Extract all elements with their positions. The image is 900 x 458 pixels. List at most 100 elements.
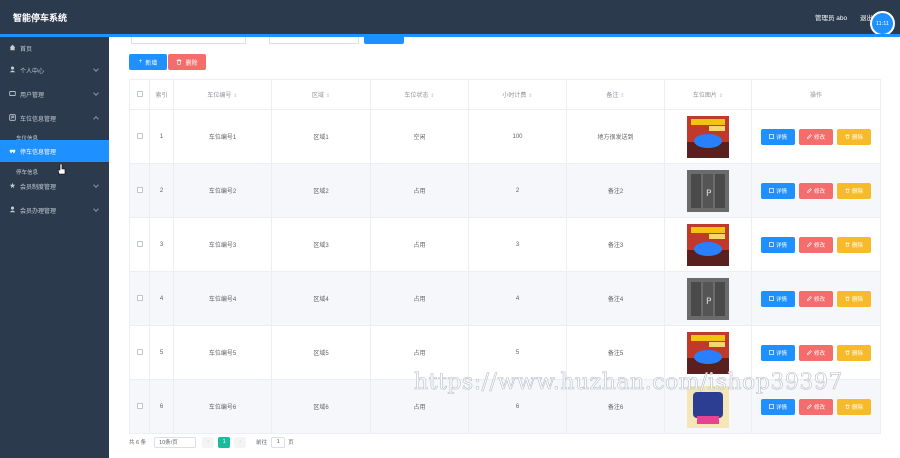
- delete-button[interactable]: 删除: [837, 236, 871, 253]
- parking-space-thumbnail[interactable]: [687, 331, 729, 374]
- cell-fee: 3: [468, 217, 567, 272]
- delete-button[interactable]: 删除: [837, 344, 871, 361]
- row-checkbox[interactable]: [129, 109, 150, 164]
- search-button[interactable]: [364, 37, 404, 44]
- hand-cursor-icon: [58, 164, 66, 175]
- sidebar-item-users[interactable]: 用户管理: [0, 83, 109, 105]
- delete-button[interactable]: 删除: [837, 128, 871, 145]
- goto-page-input[interactable]: 1: [271, 436, 286, 448]
- parking-space-thumbnail[interactable]: P: [687, 277, 729, 320]
- sidebar-item-profile[interactable]: 个人中心: [0, 59, 109, 81]
- cell-index: 5: [149, 325, 174, 380]
- edit-button[interactable]: 修改: [799, 290, 833, 307]
- cell-index: 3: [149, 217, 174, 272]
- filter-input-1[interactable]: [131, 37, 246, 44]
- trash-icon: [845, 350, 850, 355]
- cell-index: 2: [149, 163, 174, 218]
- table-row[interactable]: 2 车位编号2 区域2 占用 2 备注2 P 详情 修改 删除: [129, 163, 881, 218]
- page-number-current[interactable]: 1: [218, 436, 231, 448]
- view-button[interactable]: 详情: [761, 236, 795, 253]
- cell-area: 区域3: [271, 217, 371, 272]
- chevron-down-icon: [93, 206, 99, 212]
- filter-input-2[interactable]: [269, 37, 359, 44]
- cell-fee: 2: [468, 163, 567, 218]
- sort-icon: ⇕: [528, 93, 533, 99]
- edit-button[interactable]: 修改: [799, 128, 833, 145]
- sidebar-item-label: 停车信息管理: [20, 150, 57, 156]
- sidebar-item-label: 用户管理: [20, 93, 45, 99]
- row-checkbox[interactable]: [129, 325, 150, 380]
- cell-number: 车位编号4: [173, 271, 272, 326]
- prev-page-button[interactable]: ‹: [202, 436, 215, 448]
- add-button[interactable]: + 新增: [129, 54, 167, 70]
- parking-space-thumbnail[interactable]: [687, 385, 729, 428]
- row-checkbox[interactable]: [129, 271, 150, 326]
- document-icon: [769, 134, 774, 139]
- cell-area: 区域5: [271, 325, 371, 380]
- column-header-sortable[interactable]: 备注 ⇕: [566, 79, 665, 110]
- cell-area: 区域2: [271, 163, 371, 218]
- next-page-button[interactable]: ›: [234, 436, 247, 448]
- column-header-sortable[interactable]: 小时计费 ⇕: [468, 79, 567, 110]
- cell-note: 备注4: [566, 271, 665, 326]
- cell-image: [664, 217, 752, 272]
- document-icon: [769, 242, 774, 247]
- sidebar-item-membership[interactable]: 会员制度管理: [0, 175, 109, 197]
- view-button[interactable]: 详情: [761, 128, 795, 145]
- sidebar-item-spaces[interactable]: 车位信息管理: [0, 107, 109, 129]
- parking-space-thumbnail[interactable]: P: [687, 169, 729, 212]
- table-row[interactable]: 3 车位编号3 区域3 占用 3 备注3 详情 修改 删除: [129, 217, 881, 272]
- sidebar-item-label: 车位信息管理: [20, 117, 57, 123]
- cell-fee: 4: [468, 271, 567, 326]
- row-checkbox[interactable]: [129, 217, 150, 272]
- table-row[interactable]: 4 车位编号4 区域4 占用 4 备注4 P 详情 修改 删除: [129, 271, 881, 326]
- view-button[interactable]: 详情: [761, 290, 795, 307]
- cell-status: 空闲: [370, 109, 469, 164]
- delete-button[interactable]: 删除: [837, 182, 871, 199]
- sidebar-item-label: 首页: [20, 47, 33, 53]
- trash-icon: [845, 404, 850, 409]
- column-header-sortable[interactable]: 车位图片 ⇕: [664, 79, 752, 110]
- car-icon: [9, 149, 16, 154]
- cell-index: 4: [149, 271, 174, 326]
- cell-image: P: [664, 163, 752, 218]
- edit-button[interactable]: 修改: [799, 344, 833, 361]
- edit-icon: [807, 188, 812, 193]
- sort-icon: ⇕: [325, 93, 331, 99]
- total-count: 共 6 条: [129, 440, 147, 446]
- view-button[interactable]: 详情: [761, 182, 795, 199]
- chevron-down-icon: [93, 90, 99, 96]
- cell-number: 车位编号6: [173, 379, 272, 434]
- column-header-sortable[interactable]: 车位编号 ⇕: [173, 79, 272, 110]
- cell-status: 占用: [370, 217, 469, 272]
- edit-icon: [807, 350, 812, 355]
- parking-space-thumbnail[interactable]: [687, 115, 729, 158]
- page-size-select[interactable]: 10条/页: [154, 436, 197, 448]
- svg-text:P: P: [706, 189, 712, 199]
- edit-button[interactable]: 修改: [799, 236, 833, 253]
- edit-button[interactable]: 修改: [799, 398, 833, 415]
- view-button[interactable]: 详情: [761, 344, 795, 361]
- select-all-checkbox[interactable]: [129, 79, 150, 110]
- delete-button[interactable]: 删除: [837, 290, 871, 307]
- cell-area: 区域6: [271, 379, 371, 434]
- sidebar-item-home[interactable]: 首页: [0, 37, 109, 59]
- table-row[interactable]: 1 车位编号1 区域1 空闲 100 地方很发送到 详情 修改 删除: [129, 109, 881, 164]
- trash-icon: [845, 188, 850, 193]
- parking-icon: [9, 114, 16, 121]
- batch-delete-button[interactable]: 删除: [168, 54, 206, 70]
- table-header-row: 索引 车位编号 ⇕ 区域 ⇕ 车位状态 ⇕ 小时计费 ⇕ 备注 ⇕ 车位图片 ⇕ 操作: [129, 79, 881, 110]
- cell-actions: 详情 修改 删除: [751, 271, 881, 326]
- row-checkbox[interactable]: [129, 163, 150, 218]
- document-icon: [769, 296, 774, 301]
- view-button[interactable]: 详情: [761, 398, 795, 415]
- sidebar-item-member-apply[interactable]: 会员办理管理: [0, 199, 109, 221]
- row-checkbox[interactable]: [129, 379, 150, 434]
- column-header-sortable[interactable]: 区域 ⇕: [271, 79, 371, 110]
- column-header-sortable[interactable]: 车位状态 ⇕: [370, 79, 469, 110]
- sidebar-item-parking[interactable]: 停车信息管理: [0, 140, 109, 162]
- sidebar-item-label: 个人中心: [20, 69, 45, 75]
- parking-space-thumbnail[interactable]: [687, 223, 729, 266]
- delete-button[interactable]: 删除: [837, 398, 871, 415]
- edit-button[interactable]: 修改: [799, 182, 833, 199]
